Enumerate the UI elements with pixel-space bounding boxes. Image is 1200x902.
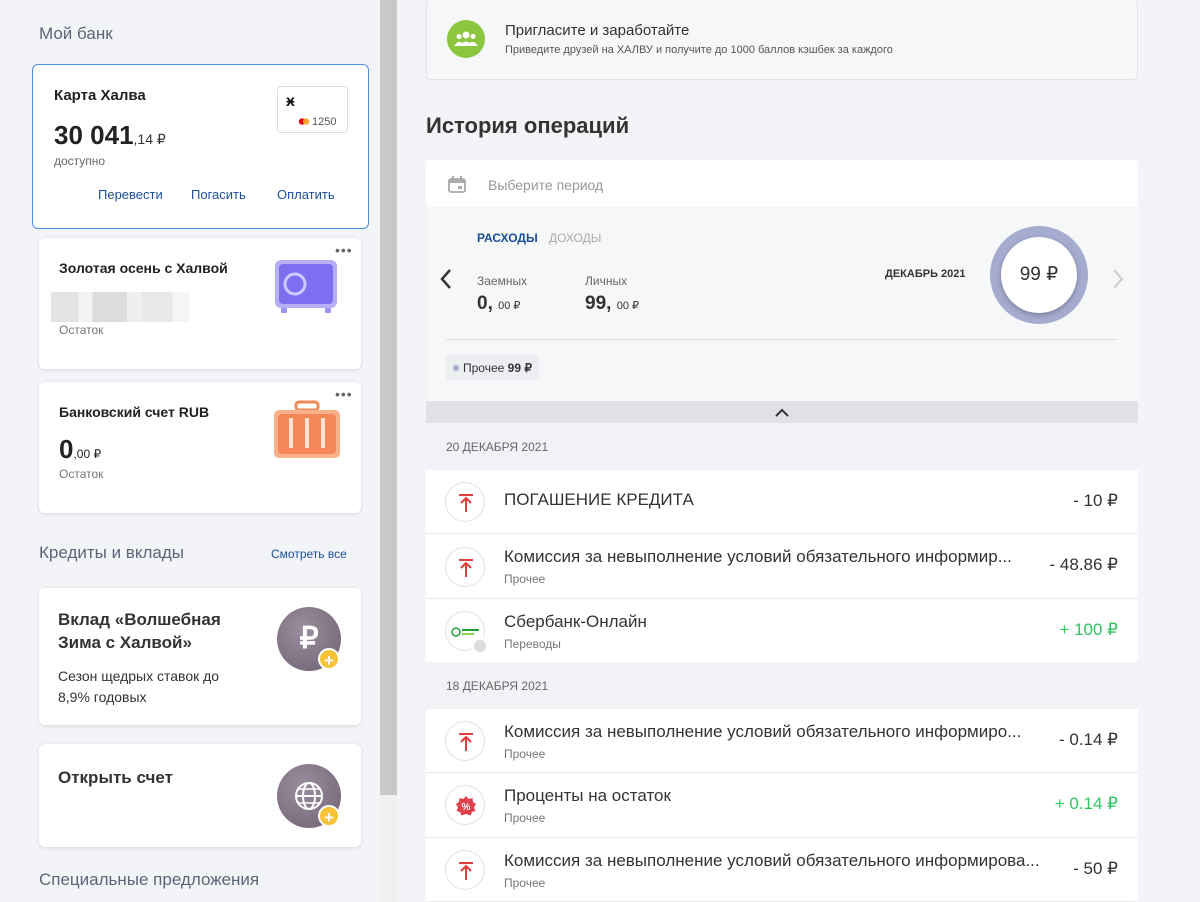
loan-label: Заемных: [477, 274, 528, 288]
summary-block: РАСХОДЫ ДОХОДЫ Заемных 0, 00 ₽ Личных 99…: [426, 207, 1138, 401]
arrow-up-icon: [445, 547, 485, 587]
pay-button[interactable]: Оплатить: [277, 187, 335, 202]
halva-card-title: Карта Халва: [54, 87, 146, 104]
special-offers-title: Специальные предложения: [39, 870, 260, 889]
card-last-digits: 1250: [312, 116, 337, 128]
bank-account-balance: 0,00 ₽: [59, 434, 102, 464]
autumn-card-sub: Остаток: [59, 323, 104, 337]
operation-amount: + 0.14 ₽: [1054, 794, 1118, 813]
invite-banner[interactable]: Пригласите и заработайте Приведите друзе…: [426, 0, 1138, 80]
open-account-card[interactable]: Открыть счет +: [39, 744, 361, 847]
operation-row[interactable]: ПОГАШЕНИЕ КРЕДИТА - 10 ₽: [426, 470, 1138, 534]
autumn-halva-card[interactable]: Золотая осень с Халвой ••• Остаток: [39, 238, 361, 369]
arrow-up-icon: [445, 850, 485, 890]
category-dot: [453, 365, 459, 371]
operation-row[interactable]: Комиссия за невыполнение условий обязате…: [426, 534, 1138, 599]
arrow-up-icon: [445, 482, 485, 522]
chevron-right-icon[interactable]: [1110, 267, 1126, 291]
operation-row[interactable]: % Проценты на остаток Прочее + 0.14 ₽: [426, 773, 1138, 838]
operation-amount: - 0.14 ₽: [1058, 730, 1118, 749]
credits-title: Кредиты и вклады: [39, 543, 184, 562]
deposit-title: Вклад «Волшебная Зима с Халвой»: [58, 610, 221, 652]
operation-row[interactable]: Сбербанк-Онлайн Переводы + 100 ₽: [426, 599, 1138, 663]
sberbank-icon: [445, 611, 488, 654]
bank-account-card[interactable]: Банковский счет RUB ••• 0,00 ₽ Остаток: [39, 382, 361, 513]
operation-title: ПОГАШЕНИЕ КРЕДИТА: [504, 490, 694, 509]
halva-card[interactable]: Карта Халва 30 041,14 ₽ доступно ӿ 1250 …: [32, 64, 369, 229]
operation-title: Комиссия за невыполнение условий обязате…: [504, 547, 1012, 566]
operation-amount: - 48.86 ₽: [1049, 555, 1118, 574]
tab-income[interactable]: ДОХОДЫ: [549, 231, 601, 245]
operation-amount: + 100 ₽: [1059, 620, 1118, 639]
donut-total: 99 ₽: [1001, 237, 1077, 313]
calendar-icon: [448, 176, 466, 193]
operation-row[interactable]: Комиссия за невыполнение условий обязате…: [426, 709, 1138, 773]
divider: [446, 339, 1118, 340]
personal-value: 99, 00 ₽: [585, 293, 639, 314]
operation-title: Сбербанк-Онлайн: [504, 612, 647, 631]
date-header: 18 ДЕКАБРЯ 2021: [426, 662, 1138, 709]
personal-label: Личных: [585, 274, 628, 288]
operation-row[interactable]: Комиссия за невыполнение условий обязате…: [426, 838, 1138, 902]
operation-amount: - 10 ₽: [1073, 491, 1118, 510]
card-thumbnail[interactable]: ӿ 1250: [277, 86, 348, 133]
suitcase-icon: [274, 400, 340, 458]
category-chip[interactable]: Прочее 99 ₽: [446, 355, 539, 380]
my-bank-title: Мой банк: [39, 24, 113, 43]
invite-title: Пригласите и заработайте: [505, 22, 690, 39]
operation-title: Комиссия за невыполнение условий обязате…: [504, 851, 1040, 870]
date-header: 20 ДЕКАБРЯ 2021: [426, 423, 1138, 470]
chevron-up-icon: [775, 408, 789, 417]
operation-category: Прочее: [504, 876, 546, 890]
collapse-bar[interactable]: [426, 401, 1138, 423]
plus-icon: +: [318, 648, 340, 670]
people-icon: [447, 20, 485, 58]
transfer-button[interactable]: Перевести: [98, 187, 163, 202]
bank-account-sub: Остаток: [59, 467, 104, 481]
invite-subtitle: Приведите друзей на ХАЛВУ и получите до …: [505, 44, 893, 56]
halva-balance-label: доступно: [54, 154, 106, 168]
arrow-up-icon: [445, 721, 485, 761]
operation-title: Комиссия за невыполнение условий обязате…: [504, 722, 1022, 741]
bank-account-title: Банковский счет RUB: [59, 404, 210, 420]
hidden-balance: [51, 292, 189, 322]
open-account-title: Открыть счет: [58, 768, 173, 787]
deposit-card[interactable]: Вклад «Волшебная Зима с Халвой» Сезон щед…: [39, 588, 361, 725]
svg-text:%: %: [462, 802, 471, 813]
operation-amount: - 50 ₽: [1073, 859, 1118, 878]
plus-icon: +: [318, 805, 340, 827]
percent-icon: %: [445, 785, 485, 825]
see-all-link[interactable]: Смотреть все: [271, 547, 347, 561]
history-panel: Выберите период РАСХОДЫ ДОХОДЫ Заемных 0…: [426, 160, 1138, 902]
chevron-left-icon[interactable]: [438, 267, 454, 291]
operation-title: Проценты на остаток: [504, 786, 671, 805]
halva-balance: 30 041,14 ₽: [54, 120, 166, 150]
operation-category: Прочее: [504, 811, 546, 825]
loan-value: 0, 00 ₽: [477, 293, 521, 314]
period-selector[interactable]: Выберите период: [426, 160, 1138, 207]
history-title: История операций: [426, 113, 630, 138]
month-label: ДЕКАБРЬ 2021: [885, 268, 966, 280]
spending-donut: 99 ₽: [990, 226, 1088, 324]
operation-category: Переводы: [504, 637, 561, 651]
mastercard-icon: [298, 118, 310, 125]
operation-category: Прочее: [504, 572, 546, 586]
tab-expenses[interactable]: РАСХОДЫ: [477, 231, 538, 245]
safe-icon: [275, 260, 337, 313]
period-placeholder: Выберите период: [488, 177, 604, 193]
sidebar-scrollbar-thumb[interactable]: [380, 0, 397, 795]
operation-category: Прочее: [504, 747, 546, 761]
deposit-description: Сезон щедрых ставок до 8,9% годовых: [58, 668, 220, 705]
repay-button[interactable]: Погасить: [191, 187, 246, 202]
autumn-card-title: Золотая осень с Халвой: [59, 260, 228, 276]
halva-logo-icon: ӿ: [286, 93, 295, 110]
